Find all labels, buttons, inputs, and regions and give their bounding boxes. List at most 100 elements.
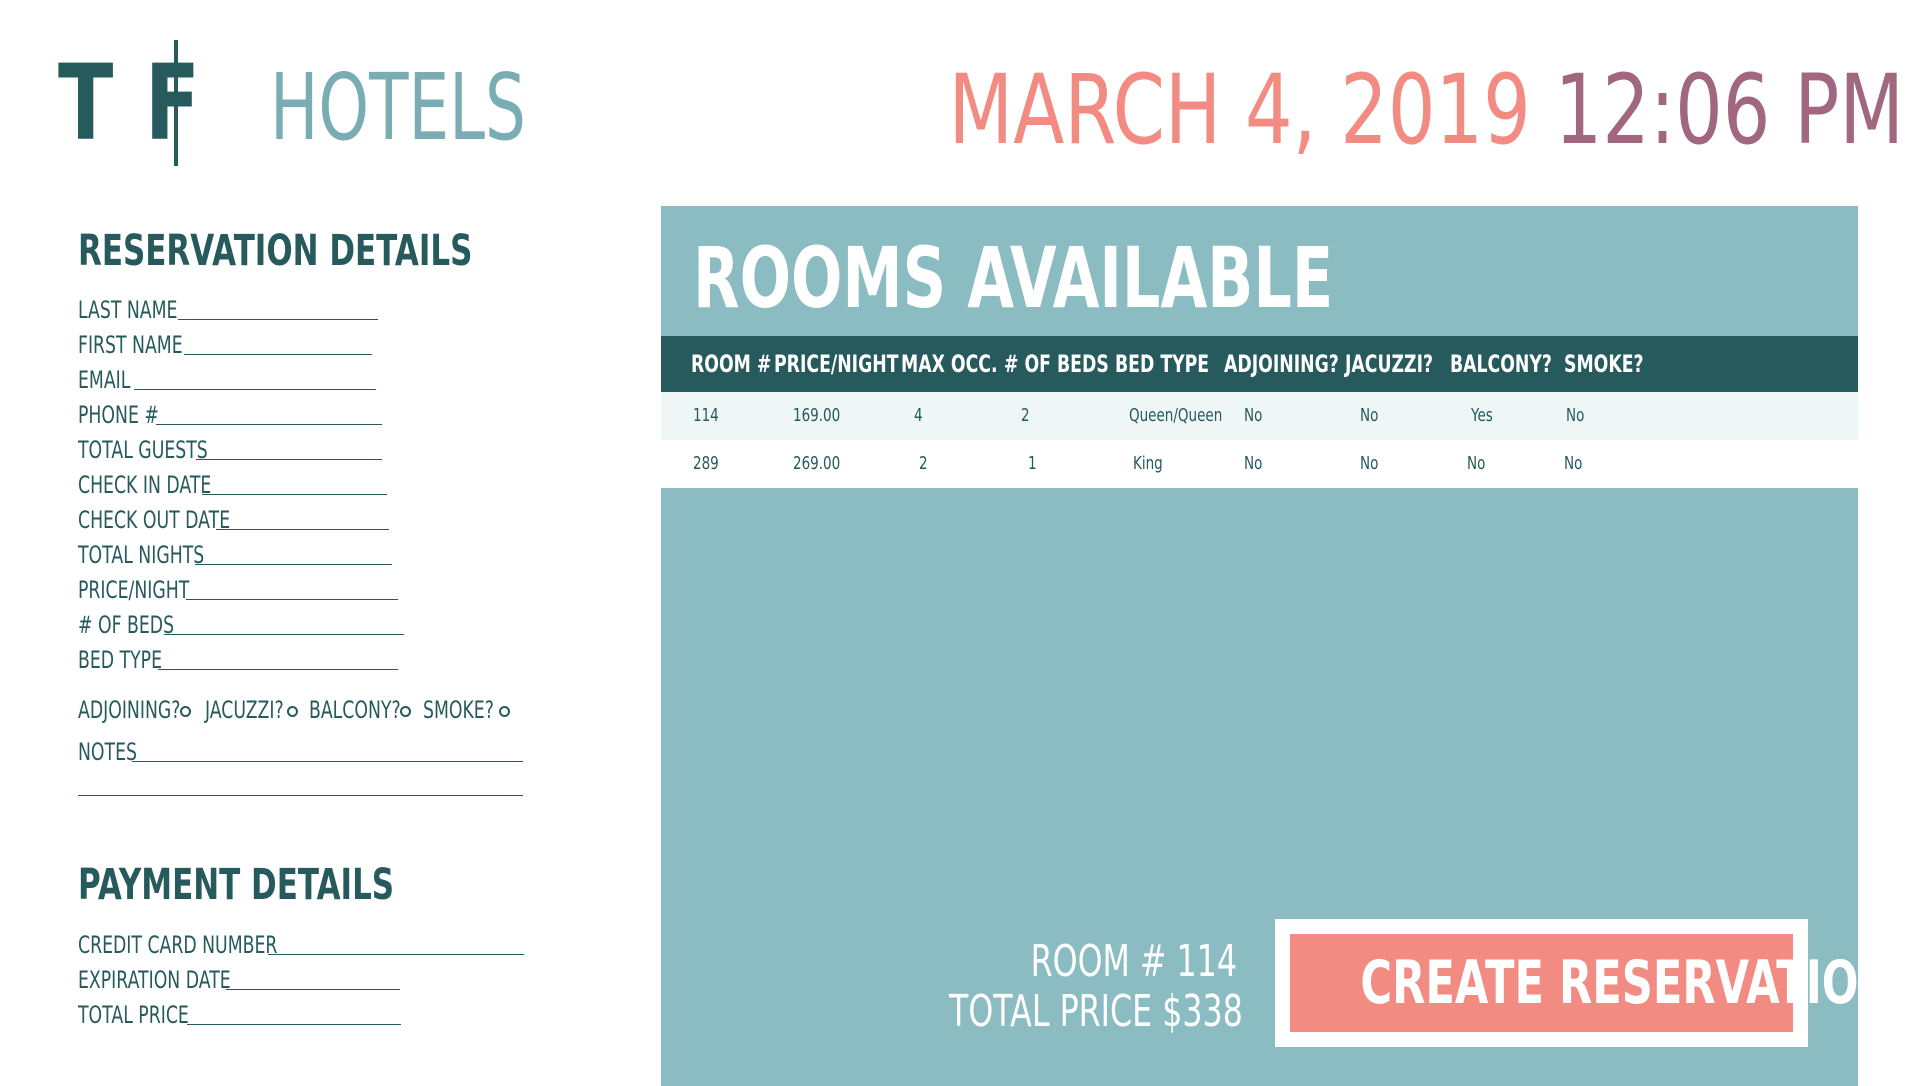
first-name-input[interactable] (184, 353, 372, 355)
total-nights-field[interactable]: TOTAL NIGHTS (78, 535, 392, 569)
check-out-date-label: CHECK OUT DATE (78, 506, 231, 534)
rooms-available-title: ROOMS AVAILABLE (693, 229, 1334, 327)
credit-card-label: CREDIT CARD NUMBER (78, 931, 278, 959)
check-out-date-input[interactable] (216, 528, 389, 530)
notes-input[interactable] (132, 760, 523, 762)
jacuzzi-label: JACUZZI? (205, 696, 284, 724)
col-adjoining: ADJOINING? (1224, 350, 1339, 378)
col-balcony: BALCONY? (1450, 350, 1552, 378)
balcony-label: BALCONY? (309, 696, 401, 724)
adjoining-radio[interactable] (180, 706, 191, 717)
date-time-display: MARCH 4, 2019 12:06 PM (949, 62, 1904, 158)
cell-max-occ: 2 (919, 453, 928, 474)
cell-balcony: Yes (1471, 405, 1493, 426)
smoke-radio[interactable] (499, 706, 510, 717)
table-row[interactable]: 289 269.00 2 1 King No No No No (661, 440, 1858, 488)
price-night-label: PRICE/NIGHT (78, 576, 190, 604)
total-price-field[interactable]: TOTAL PRICE (78, 995, 401, 1029)
create-reservation-button[interactable]: CREATE RESERVATION (1290, 934, 1895, 1032)
credit-card-input[interactable] (268, 953, 524, 955)
cell-bed-type: King (1133, 453, 1163, 474)
notes-field[interactable]: NOTES (78, 732, 523, 766)
last-name-label: LAST NAME (78, 296, 178, 324)
bed-type-label: BED TYPE (78, 646, 163, 674)
email-label: EMAIL (78, 366, 131, 394)
first-name-label: FIRST NAME (78, 331, 183, 359)
notes-line-2[interactable] (78, 766, 523, 798)
check-in-date-label: CHECK IN DATE (78, 471, 212, 499)
expiration-date-input[interactable] (226, 988, 400, 990)
bed-type-field[interactable]: BED TYPE (78, 640, 398, 674)
bed-type-input[interactable] (158, 668, 398, 670)
selected-total-price: TOTAL PRICE $338 (949, 986, 1243, 1037)
check-in-date-field[interactable]: CHECK IN DATE (78, 465, 387, 499)
room-options: ADJOINING? JACUZZI? BALCONY? SMOKE? (78, 694, 538, 726)
logo-divider (174, 40, 178, 166)
check-in-date-input[interactable] (202, 493, 387, 495)
total-guests-field[interactable]: TOTAL GUESTS (78, 430, 382, 464)
notes-input-line-2[interactable] (78, 794, 523, 796)
expiration-date-label: EXPIRATION DATE (78, 966, 231, 994)
col-max-occ: MAX OCC. (901, 350, 998, 378)
current-date: MARCH 4, 2019 (948, 54, 1531, 166)
cell-adjoining: No (1244, 405, 1263, 426)
cell-room-number: 114 (693, 405, 719, 426)
option-adjoining[interactable]: ADJOINING? (78, 694, 220, 726)
adjoining-label: ADJOINING? (78, 696, 181, 724)
cell-smoke: No (1566, 405, 1585, 426)
total-guests-input[interactable] (196, 458, 382, 460)
cell-jacuzzi: No (1360, 453, 1379, 474)
jacuzzi-radio[interactable] (287, 706, 298, 717)
cell-jacuzzi: No (1360, 405, 1379, 426)
phone-field[interactable]: PHONE # (78, 395, 382, 429)
cell-price-night: 169.00 (793, 405, 841, 426)
cell-bed-type: Queen/Queen (1129, 405, 1223, 426)
col-bed-type: BED TYPE (1115, 350, 1210, 378)
num-beds-input[interactable] (164, 633, 404, 635)
price-night-input[interactable] (186, 598, 398, 600)
cell-balcony: No (1467, 453, 1486, 474)
total-guests-label: TOTAL GUESTS (78, 436, 208, 464)
rooms-available-panel: ROOMS AVAILABLE ROOM # PRICE/NIGHT MAX O… (661, 206, 1895, 1086)
col-room-number: ROOM # (691, 350, 772, 378)
selected-room-number: ROOM # 114 (1030, 936, 1237, 987)
num-beds-label: # OF BEDS (78, 611, 175, 639)
notes-label: NOTES (78, 738, 137, 766)
cell-max-occ: 4 (914, 405, 923, 426)
option-balcony[interactable]: BALCONY? (309, 694, 436, 726)
credit-card-field[interactable]: CREDIT CARD NUMBER (78, 925, 524, 959)
num-beds-field[interactable]: # OF BEDS (78, 605, 404, 639)
expiration-date-field[interactable]: EXPIRATION DATE (78, 960, 400, 994)
cell-num-beds: 2 (1021, 405, 1030, 426)
logo-mark: T F (58, 42, 202, 164)
price-night-field[interactable]: PRICE/NIGHT (78, 570, 398, 604)
check-out-date-field[interactable]: CHECK OUT DATE (78, 500, 389, 534)
col-num-beds: # OF BEDS (1004, 350, 1109, 378)
phone-label: PHONE # (78, 401, 159, 429)
total-nights-input[interactable] (195, 563, 392, 565)
logo-text: HOTELS (270, 54, 526, 161)
total-nights-label: TOTAL NIGHTS (78, 541, 205, 569)
first-name-field[interactable]: FIRST NAME (78, 325, 372, 359)
email-input[interactable] (134, 388, 376, 390)
last-name-input[interactable] (178, 318, 378, 320)
smoke-label: SMOKE? (423, 696, 494, 724)
rooms-table-header: ROOM # PRICE/NIGHT MAX OCC. # OF BEDS BE… (661, 336, 1858, 392)
table-row[interactable]: 114 169.00 4 2 Queen/Queen No No Yes No (661, 392, 1858, 440)
col-price-night: PRICE/NIGHT (774, 350, 899, 378)
payment-details-title: PAYMENT DETAILS (78, 860, 395, 910)
cell-price-night: 269.00 (793, 453, 841, 474)
phone-input[interactable] (156, 423, 382, 425)
email-field[interactable]: EMAIL (78, 360, 376, 394)
last-name-field[interactable]: LAST NAME (78, 290, 378, 324)
total-price-input[interactable] (187, 1023, 401, 1025)
cell-num-beds: 1 (1028, 453, 1037, 474)
current-time: 12:06 PM (1554, 54, 1904, 166)
balcony-radio[interactable] (400, 706, 411, 717)
cell-adjoining: No (1244, 453, 1263, 474)
reservation-details-title: RESERVATION DETAILS (78, 226, 473, 276)
create-reservation-frame: CREATE RESERVATION (1275, 919, 1895, 1047)
col-jacuzzi: JACUZZI? (1345, 350, 1434, 378)
hotel-logo: T F HOTELS (58, 40, 526, 166)
total-price-label: TOTAL PRICE (78, 1001, 189, 1029)
